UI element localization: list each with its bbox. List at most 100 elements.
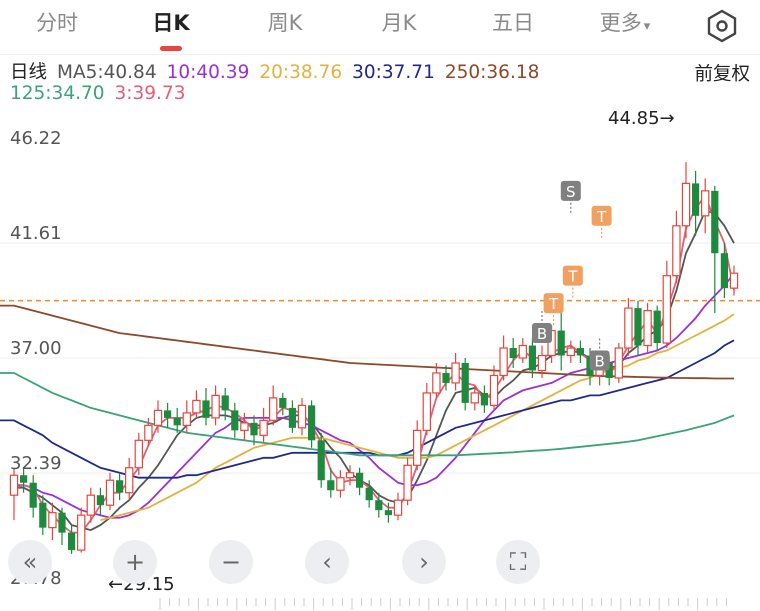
candle: [68, 525, 76, 554]
candle-body: [537, 354, 547, 372]
marker-label: B: [594, 352, 604, 370]
candle: [279, 392, 287, 416]
tab-more-label: 更多: [599, 11, 642, 35]
candle-body: [336, 477, 345, 491]
candle-body: [576, 348, 584, 356]
candle-body: [509, 348, 517, 358]
candle-body: [365, 487, 373, 501]
candle: [461, 358, 469, 411]
candle: [729, 265, 739, 296]
ma-line-ma125: [0, 372, 735, 457]
marker-label: B: [537, 325, 547, 343]
candle: [96, 487, 104, 516]
zoom-in-button[interactable]: +: [113, 540, 157, 584]
candle-body: [279, 397, 287, 408]
candle: [681, 162, 691, 239]
candle-body: [124, 467, 134, 494]
y-tick-label: 32.39: [10, 453, 62, 474]
tab-weekly-k[interactable]: 周K: [240, 6, 330, 40]
candle-body: [643, 310, 652, 347]
candle-body: [96, 495, 104, 506]
candle-body: [729, 272, 739, 289]
ma125-value: 125:34.70: [10, 83, 105, 104]
candle: [662, 260, 672, 349]
candle-body: [566, 347, 576, 357]
candle-body: [528, 345, 536, 371]
ma-legend-row-2: 125:34.70 3:39.73: [10, 83, 195, 104]
prev-button[interactable]: ‹: [305, 540, 349, 584]
ma5-value: MA5:40.84: [57, 62, 157, 83]
period-tabs: 分时 日K 周K 月K 五日 更多 ▾: [0, 0, 760, 52]
tab-monthly-k[interactable]: 月K: [354, 6, 444, 40]
candle-body: [297, 404, 307, 429]
chevron-right-icon: ›: [419, 548, 429, 576]
candle: [240, 412, 249, 441]
candle-body: [461, 362, 469, 403]
candle-body: [614, 347, 624, 379]
candle: [480, 385, 488, 413]
tab-intraday[interactable]: 分时: [12, 6, 102, 40]
ma250-value: 250:36.18: [444, 62, 540, 83]
tab-more[interactable]: 更多 ▾: [580, 6, 670, 40]
candle-body: [692, 183, 700, 216]
candle: [413, 420, 422, 471]
candle-body: [662, 275, 672, 344]
candle: [393, 492, 403, 521]
fullscreen-button[interactable]: ⛶: [496, 540, 540, 584]
chevron-down-icon: ▾: [643, 19, 651, 34]
candle: [614, 343, 624, 383]
candle: [308, 400, 316, 448]
candle-body: [345, 472, 355, 479]
candle-body: [20, 475, 28, 483]
candle: [259, 407, 268, 443]
candle-body: [116, 480, 124, 493]
zoom-out-button[interactable]: −: [209, 540, 253, 584]
candle-body: [681, 182, 691, 227]
minus-icon: −: [220, 548, 242, 576]
tab-five-day[interactable]: 五日: [468, 6, 558, 40]
candle-body: [86, 494, 95, 516]
candle-body: [470, 392, 480, 404]
marker-t: T: [543, 293, 564, 326]
candle-body: [432, 372, 441, 394]
next-button[interactable]: ›: [402, 540, 446, 584]
candle-body: [700, 190, 710, 217]
candle-body: [375, 500, 383, 511]
candlestick-chart[interactable]: STTTBB 46.2241.6137.0032.3927.7844.85→←2…: [0, 110, 760, 611]
candle-body: [653, 310, 661, 344]
candle: [700, 178, 710, 234]
candle: [576, 340, 584, 363]
candle: [116, 472, 124, 501]
price-adjust-toggle[interactable]: 前复权: [694, 60, 750, 86]
candle: [164, 402, 172, 428]
candle-body: [76, 514, 86, 551]
collapse-left-button[interactable]: «: [8, 540, 52, 584]
candle-body: [711, 190, 719, 254]
candle-body: [489, 374, 499, 406]
candle-body: [356, 472, 364, 488]
candle-body: [29, 482, 37, 508]
candle-body: [211, 394, 220, 419]
hexagon-settings-icon[interactable]: [704, 8, 740, 44]
candle-body: [202, 400, 210, 418]
candle: [134, 432, 143, 476]
ma20-value: 20:38.76: [259, 62, 343, 83]
ma-legend-row-1: 日线 MA5:40.84 10:40.39 20:38.76 30:37.71 250:3…: [10, 58, 549, 84]
candle: [356, 467, 364, 496]
trade-markers: STTTBB: [532, 180, 612, 371]
ma10-value: 10:40.39: [166, 62, 250, 83]
candle-body: [144, 424, 153, 441]
candle-body: [48, 512, 57, 529]
candle: [153, 400, 163, 433]
candle: [403, 457, 412, 506]
candle: [643, 303, 652, 354]
candle-body: [58, 512, 66, 533]
candle-body: [221, 395, 229, 411]
tab-daily-k[interactable]: 日K: [126, 6, 216, 40]
ma30-value: 30:37.71: [352, 62, 435, 83]
chevron-left-icon: ‹: [322, 548, 332, 576]
candle-body: [624, 307, 633, 349]
candle: [288, 400, 296, 433]
candle-body: [518, 344, 528, 359]
y-tick-label: 46.22: [10, 128, 62, 149]
